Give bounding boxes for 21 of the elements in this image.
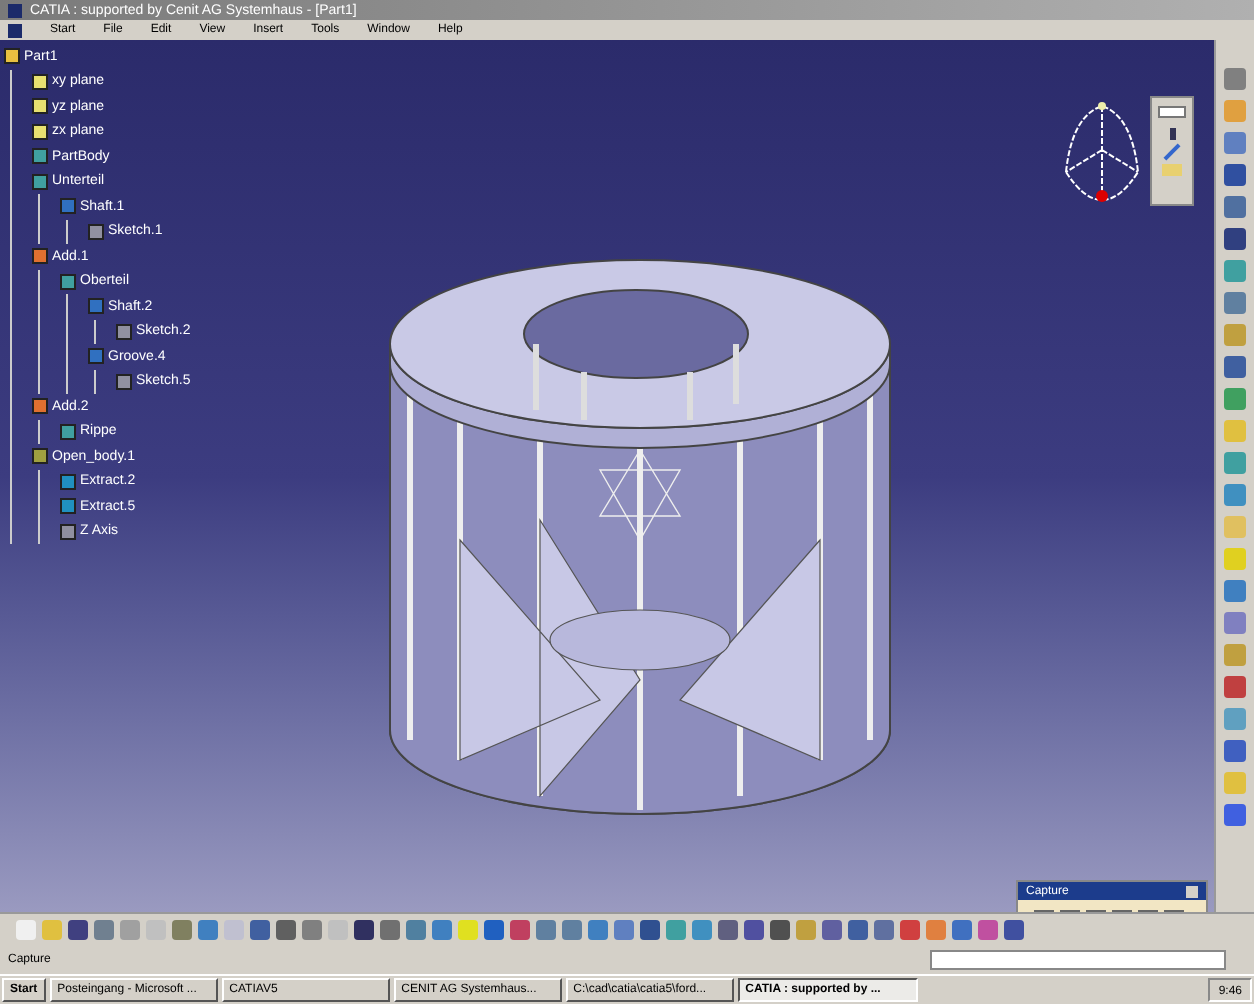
tool-icon[interactable] xyxy=(1224,292,1246,314)
document-icon xyxy=(8,23,22,37)
tool-icon[interactable] xyxy=(1224,676,1246,698)
dropdown-icon[interactable] xyxy=(1158,106,1186,118)
point-icon[interactable] xyxy=(1169,128,1175,140)
sketch-icon xyxy=(116,373,132,390)
feature-icon xyxy=(88,348,104,365)
tool-icon[interactable] xyxy=(1224,164,1246,186)
tool-icon[interactable] xyxy=(1224,228,1246,250)
command-field[interactable] xyxy=(930,950,1226,970)
sketch-icon xyxy=(60,523,76,540)
sketch-icon xyxy=(88,223,104,240)
feature-icon xyxy=(4,48,20,65)
tool-icon[interactable] xyxy=(1224,196,1246,218)
sketch-icon xyxy=(116,323,132,340)
tool-icon[interactable] xyxy=(1224,356,1246,378)
tool-icon[interactable] xyxy=(1224,580,1246,602)
close-icon[interactable] xyxy=(1186,885,1198,897)
tool-icon[interactable] xyxy=(1224,804,1246,826)
app-icon xyxy=(8,3,22,17)
tool-icon[interactable] xyxy=(1224,740,1246,762)
